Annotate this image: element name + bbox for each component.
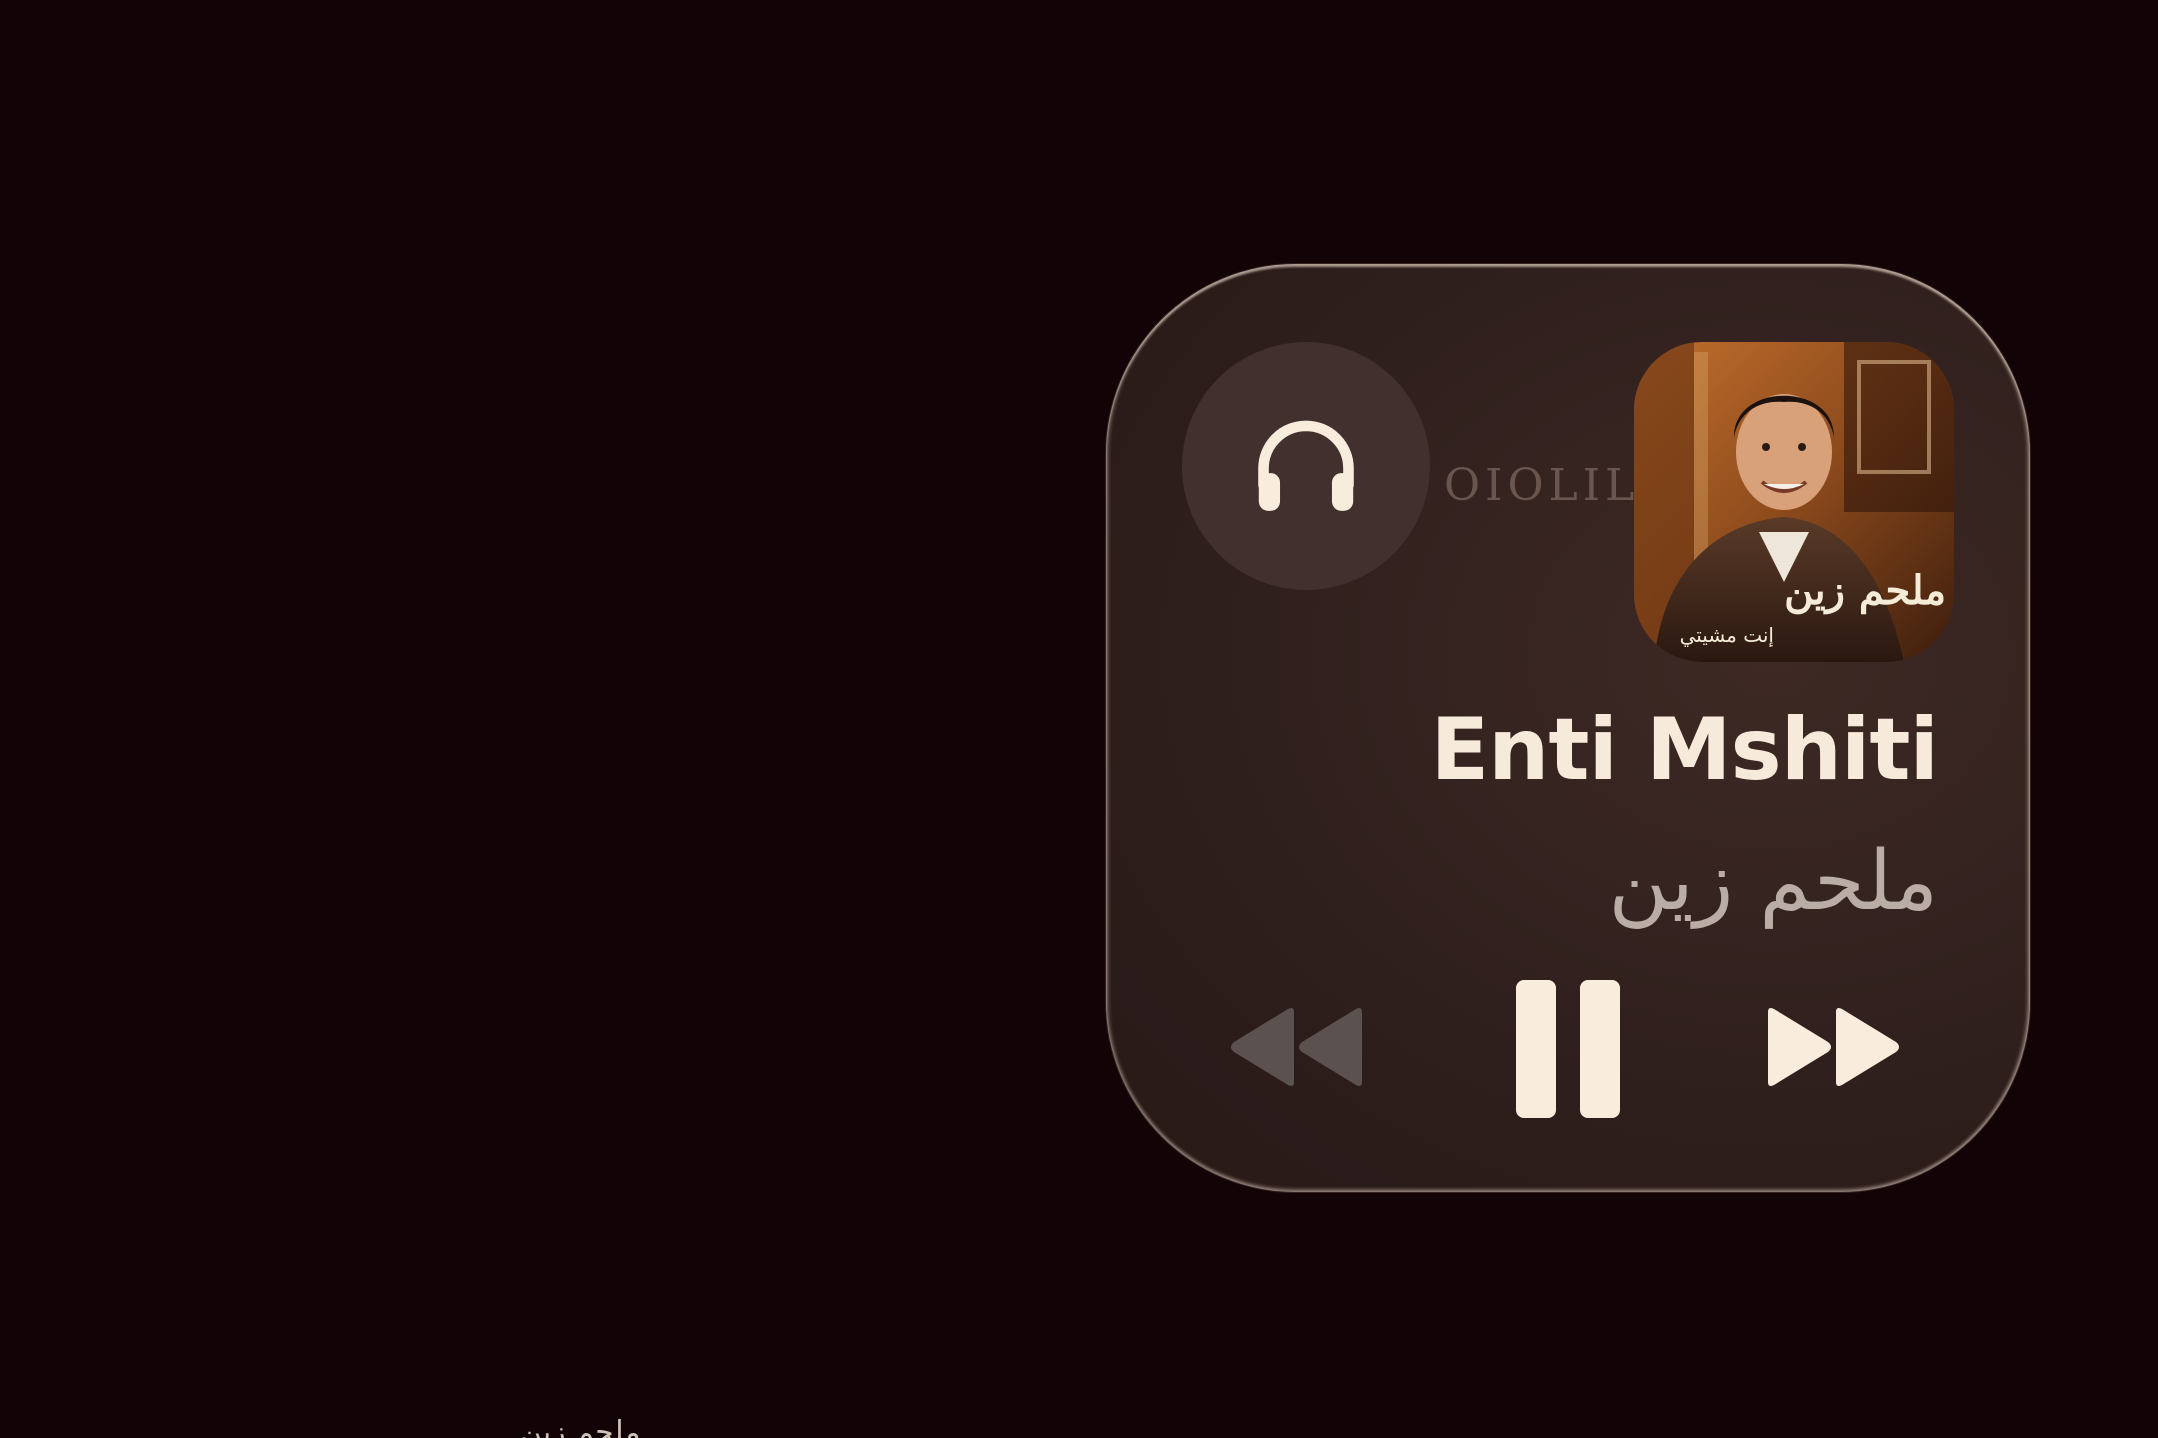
- screen-background: OIOLIL8 ملحم زين إنت مشيتي Enti Mshiti م…: [0, 0, 2158, 1438]
- headphones-icon: [1258, 420, 1354, 511]
- cover-title-text: ملحم زين: [1784, 567, 1946, 615]
- bottom-caption: ملحم زين: [520, 1415, 641, 1438]
- song-title: Enti Mshiti: [1430, 700, 1939, 800]
- pause-button[interactable]: [1512, 976, 1624, 1122]
- audio-source-button[interactable]: [1182, 342, 1430, 590]
- album-cover-image: ملحم زين إنت مشيتي: [1634, 342, 1954, 662]
- fast-forward-button[interactable]: [1762, 1004, 1904, 1090]
- cover-subtitle-text: إنت مشيتي: [1680, 623, 1774, 648]
- now-playing-widget[interactable]: OIOLIL8 ملحم زين إنت مشيتي Enti Mshiti م…: [1106, 264, 2030, 1192]
- album-art[interactable]: ملحم زين إنت مشيتي: [1634, 342, 1954, 662]
- rewind-button[interactable]: [1226, 1004, 1368, 1090]
- fast-forward-icon: [1768, 1008, 1899, 1086]
- pause-icon: [1516, 980, 1620, 1118]
- artist-name: ملحم زين: [1608, 834, 1938, 929]
- rewind-icon: [1231, 1008, 1362, 1086]
